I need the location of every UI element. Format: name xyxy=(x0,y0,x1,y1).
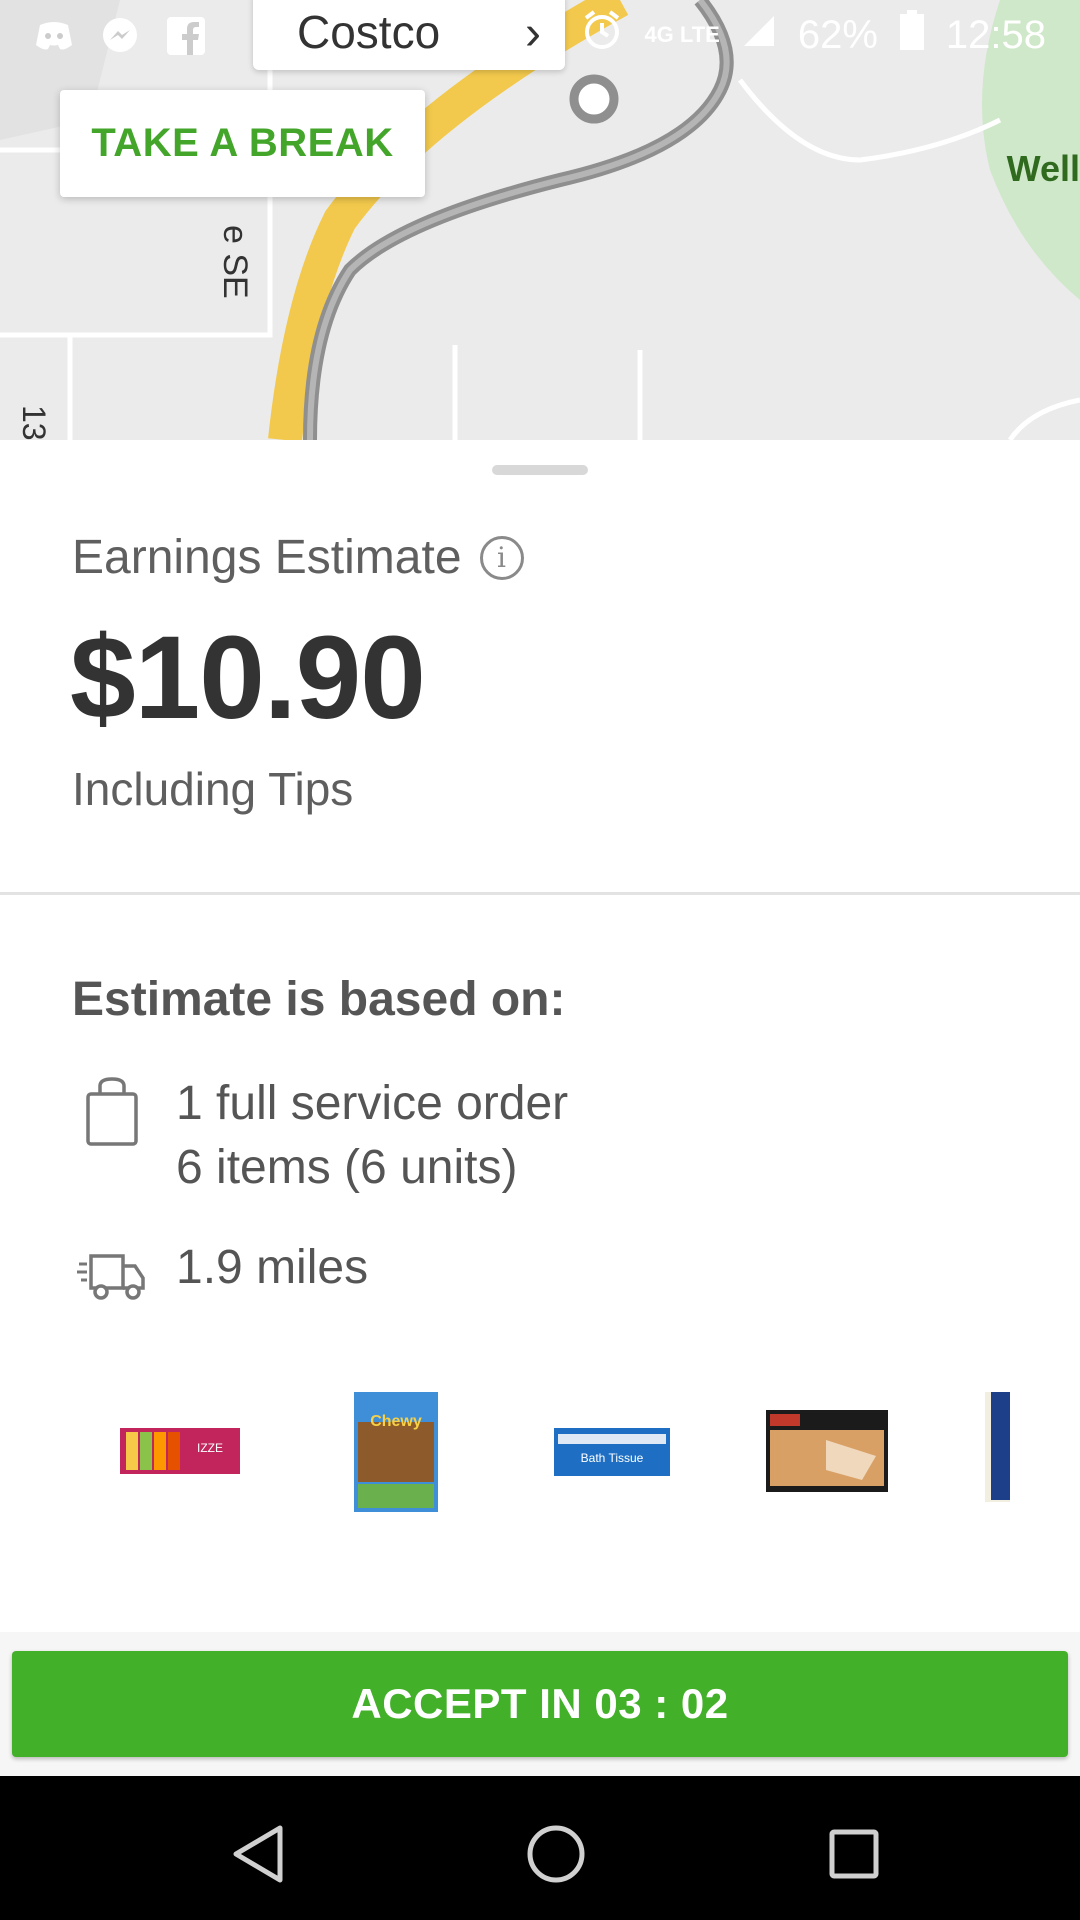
facebook-icon xyxy=(166,16,206,56)
signal-icon xyxy=(742,13,776,58)
status-bar: Costco › 4G LTE 62% 12:58 xyxy=(0,0,1080,76)
drag-handle[interactable] xyxy=(492,465,588,475)
place-label: Well xyxy=(1006,148,1080,189)
shopping-bag-icon xyxy=(72,1072,152,1152)
delivery-truck-icon xyxy=(72,1236,152,1316)
chewy-bars-icon[interactable]: Chewy xyxy=(354,1392,438,1517)
info-icon[interactable]: i xyxy=(479,535,524,580)
take-a-break-button[interactable]: TAKE A BREAK xyxy=(60,90,425,197)
order-count: 1 full service order xyxy=(176,1077,569,1130)
estimate-heading: Estimate is based on: xyxy=(72,973,566,1026)
product-thumbnails[interactable]: IZZE Chewy Bath Tissue xyxy=(0,1380,1010,1540)
back-icon[interactable] xyxy=(208,1804,308,1904)
alarm-icon xyxy=(582,10,622,60)
road-label: e SE xyxy=(216,225,254,299)
izze-icon[interactable]: IZZE xyxy=(120,1428,240,1479)
item-count: 6 items (6 units) xyxy=(176,1141,518,1194)
discord-icon xyxy=(34,16,74,56)
product-label: Chewy xyxy=(370,1413,422,1430)
road-label: 13 xyxy=(16,405,52,440)
earnings-amount: $10.90 xyxy=(70,612,426,744)
product-label: Bath Tissue xyxy=(581,1451,644,1465)
accept-button[interactable]: ACCEPT IN 03 : 02 xyxy=(12,1651,1068,1757)
system-navigation-bar xyxy=(0,1776,1080,1920)
recents-icon[interactable] xyxy=(804,1804,904,1904)
clock: 12:58 xyxy=(945,12,1046,57)
map-view[interactable]: e SE 13 Well Costco › 4G LTE 62% 12:58 T… xyxy=(0,0,1080,440)
chevron-right-icon: › xyxy=(525,7,541,60)
battery-icon xyxy=(899,10,924,60)
destination-pill[interactable]: Costco › xyxy=(253,0,565,70)
earnings-label: Earnings Estimate xyxy=(72,531,462,584)
battery-percent: 62% xyxy=(797,12,878,57)
distance-row: 1.9 miles xyxy=(72,1236,368,1316)
order-summary-row: 1 full service order 6 items (6 units) xyxy=(72,1072,568,1200)
messenger-icon xyxy=(100,16,140,56)
distance: 1.9 miles xyxy=(176,1241,369,1294)
destination-label: Costco xyxy=(297,6,441,58)
earnings-subtitle: Including Tips xyxy=(72,763,354,815)
home-icon[interactable] xyxy=(506,1804,606,1904)
partial-product-icon[interactable] xyxy=(985,1392,1010,1507)
bath-tissue-icon[interactable]: Bath Tissue xyxy=(554,1428,670,1481)
earnings-estimate-header: Earnings Estimate i xyxy=(72,530,524,585)
network-label: 4G LTE xyxy=(644,22,720,47)
chicken-noodle-meal-icon[interactable] xyxy=(766,1410,888,1497)
product-label: IZZE xyxy=(197,1441,223,1455)
divider xyxy=(0,892,1080,895)
